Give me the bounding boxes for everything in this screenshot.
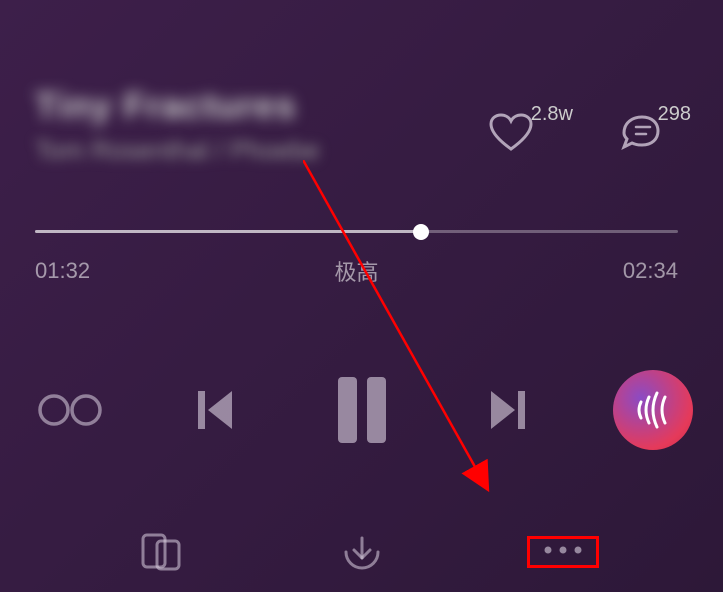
cast-button[interactable] [121, 522, 201, 582]
song-info: Tiny Fractures Tom Rosenthal / Phoebe [35, 85, 320, 166]
previous-icon [196, 387, 236, 433]
loop-icon [38, 390, 102, 430]
cast-icon [139, 531, 183, 573]
annotation-arrow [303, 160, 513, 510]
pause-button[interactable] [322, 370, 402, 450]
loop-button[interactable] [30, 380, 110, 440]
progress-fill [35, 230, 421, 233]
song-title: Tiny Fractures [35, 85, 320, 127]
download-icon [340, 530, 384, 574]
comment-count: 298 [658, 103, 691, 126]
time-row: 01:32 极高 02:34 [35, 255, 678, 287]
song-artist: Tom Rosenthal / Phoebe [35, 135, 320, 166]
more-button[interactable] [523, 522, 603, 582]
more-button-highlight [527, 536, 599, 568]
next-icon [487, 387, 527, 433]
sound-wave-icon [629, 387, 677, 433]
progress-track [35, 230, 678, 233]
next-button[interactable] [477, 380, 537, 440]
current-time: 01:32 [35, 258, 90, 284]
bottom-toolbar [0, 522, 723, 582]
quality-label[interactable]: 极高 [334, 255, 378, 287]
comment-button[interactable]: 298 [618, 105, 691, 153]
like-count: 2.8w [531, 103, 573, 126]
playback-controls [0, 370, 723, 450]
download-button[interactable] [322, 522, 402, 582]
pause-icon [334, 375, 390, 445]
heart-icon [489, 113, 533, 153]
comment-icon [618, 113, 662, 153]
previous-button[interactable] [186, 380, 246, 440]
more-icon [540, 544, 586, 556]
progress-thumb[interactable] [413, 224, 429, 240]
like-button[interactable]: 2.8w [489, 105, 573, 153]
total-time: 02:34 [623, 258, 678, 284]
sound-effect-button[interactable] [613, 370, 693, 450]
progress-bar[interactable]: 01:32 极高 02:34 [35, 230, 678, 287]
